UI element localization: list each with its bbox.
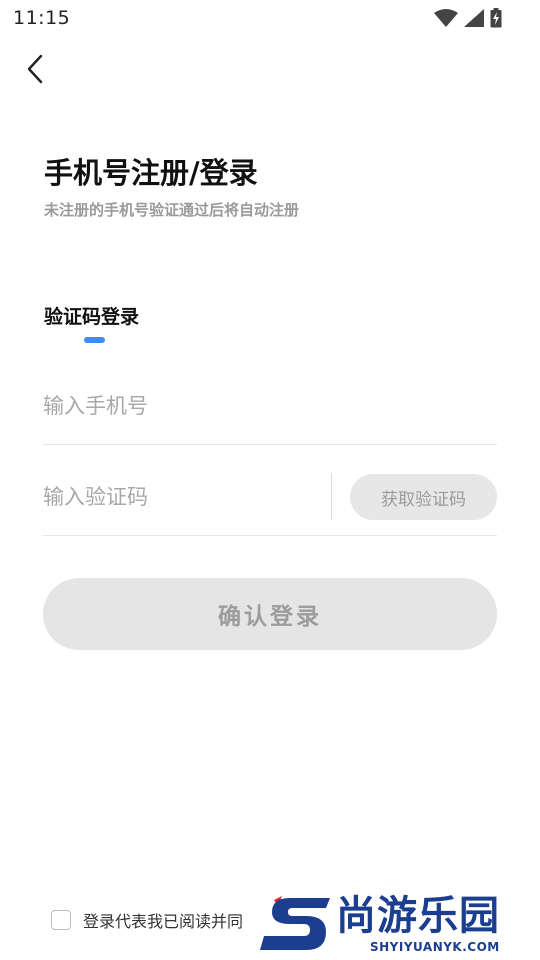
status-time: 11:15 — [13, 7, 71, 29]
confirm-login-button[interactable]: 确认登录 — [43, 578, 497, 650]
battery-charging-icon — [490, 8, 502, 28]
back-button[interactable] — [18, 52, 52, 86]
phone-field-row — [43, 370, 497, 445]
code-divider — [331, 473, 332, 520]
phone-input[interactable] — [43, 384, 497, 428]
agreement-text: 登录代表我已阅读并同 — [83, 912, 244, 931]
cellular-signal-icon — [464, 9, 484, 27]
agreement-row: 登录代表我已阅读并同 — [51, 907, 243, 933]
tab-verification-code-login[interactable]: 验证码登录 — [44, 302, 139, 329]
status-bar: 11:15 — [0, 0, 540, 36]
code-field-row: 获取验证码 — [43, 461, 497, 536]
watermark-brand: 尚游乐园 — [336, 893, 500, 939]
watermark-url: SHYIYUANYK.COM — [370, 940, 500, 954]
status-icons — [434, 8, 502, 28]
page-subtitle: 未注册的手机号验证通过后将自动注册 — [44, 201, 300, 219]
page-title: 手机号注册/登录 — [44, 156, 258, 190]
get-code-button[interactable]: 获取验证码 — [350, 474, 497, 520]
watermark: 尚游乐园 SHYIYUANYK.COM — [260, 890, 540, 960]
verification-code-input[interactable] — [43, 475, 323, 519]
chevron-left-icon — [27, 54, 43, 84]
wifi-icon — [434, 9, 458, 27]
agreement-checkbox[interactable] — [51, 910, 71, 930]
tab-active-indicator — [84, 337, 105, 343]
watermark-logo-icon — [260, 896, 330, 950]
